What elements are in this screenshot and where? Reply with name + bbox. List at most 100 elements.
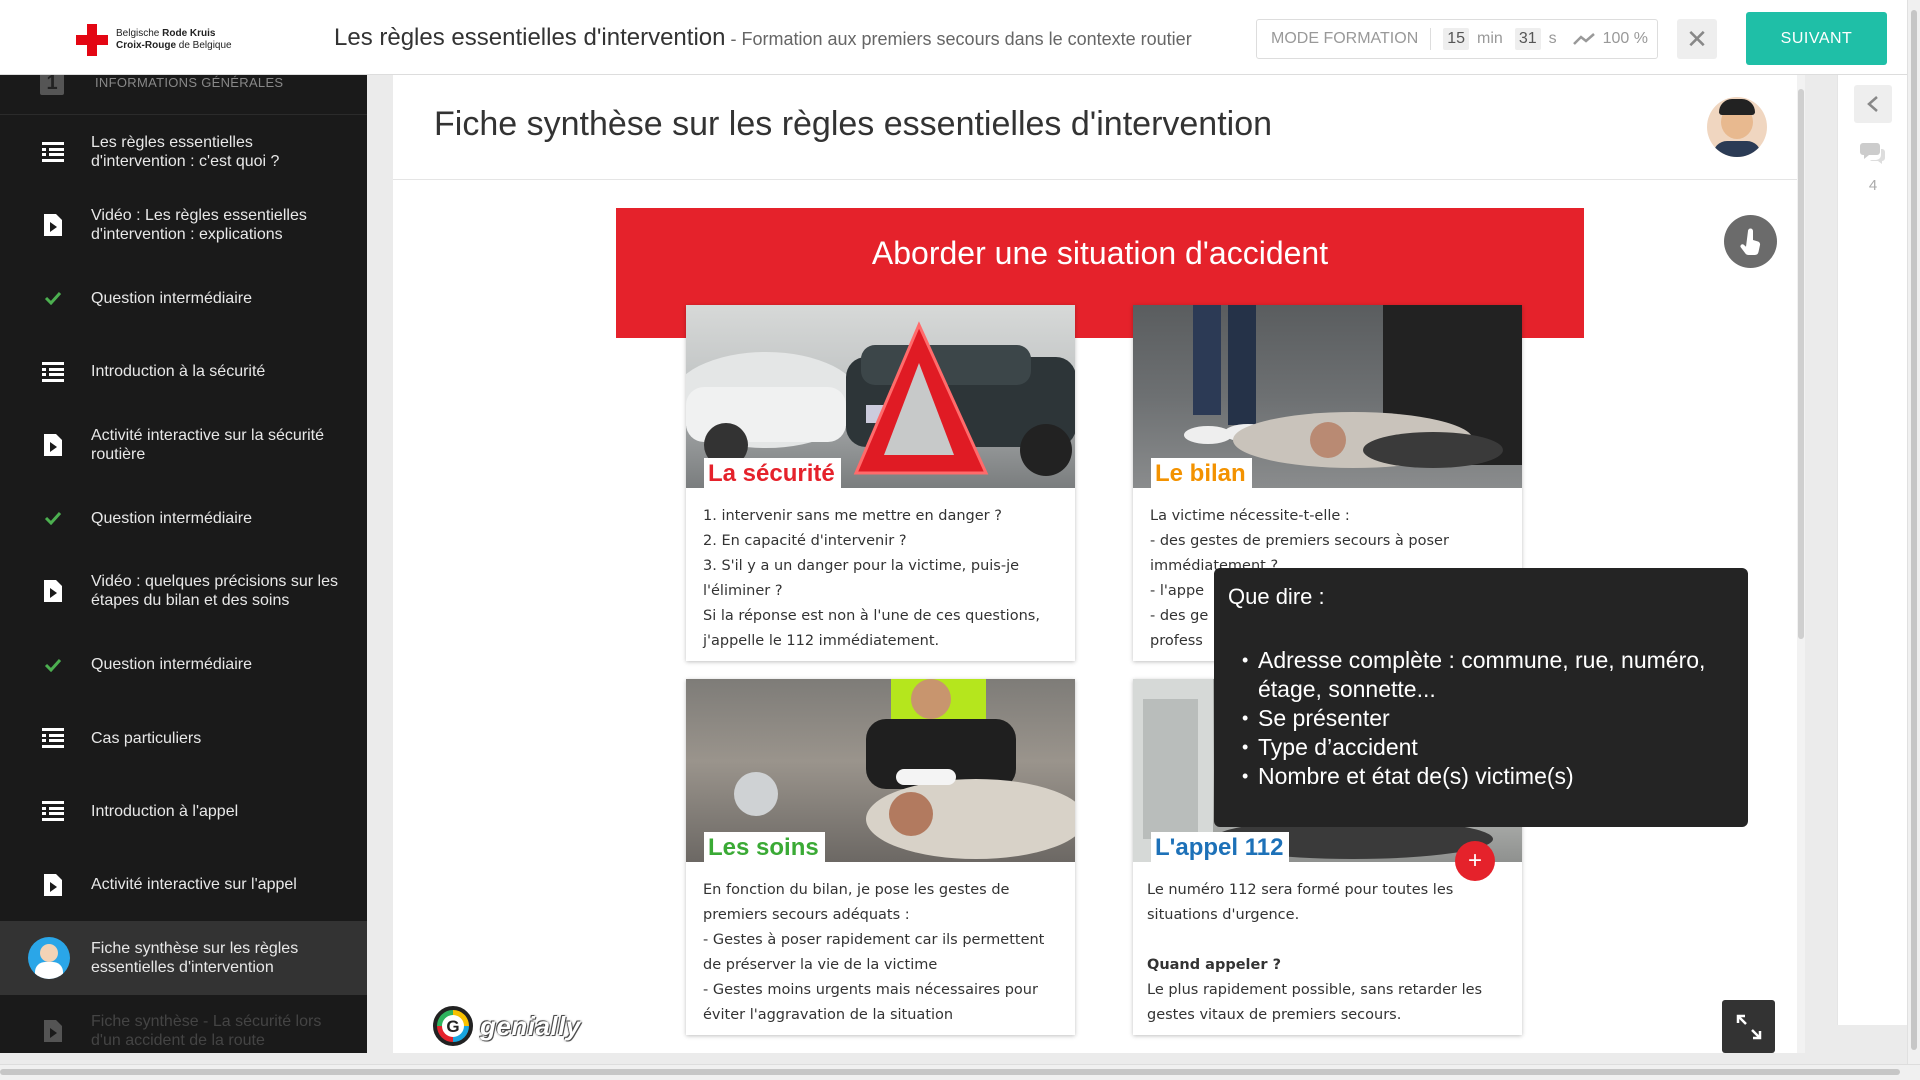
window-vertical-scrollbar[interactable] (1907, 0, 1920, 1064)
tooltip-item: Adresse complète : commune, rue, numéro,… (1242, 646, 1734, 704)
tooltip-item: Type d’accident (1242, 733, 1734, 762)
card-label: La sécurité (704, 458, 841, 488)
sidebar-item[interactable]: Question intermédiaire (0, 481, 367, 554)
close-button[interactable]: ✕ (1677, 19, 1717, 59)
chevron-left-icon (1867, 96, 1878, 112)
plus-button[interactable]: + (1455, 841, 1495, 881)
sidebar-item-label: Activité interactive sur l'appel (91, 876, 297, 894)
tooltip-list: Adresse complète : commune, rue, numéro,… (1228, 646, 1734, 791)
logo-text: Belgische Rode Kruis Croix-Rouge de Belg… (116, 28, 232, 52)
course-title: Les règles essentielles d'intervention -… (334, 24, 1192, 52)
check-icon (40, 285, 66, 311)
card-line: En fonction du bilan, je pose les gestes… (703, 882, 1010, 923)
card-image-warning-triangle: La sécurité (686, 305, 1075, 488)
card-line: - Gestes moins urgents mais nécessaires … (703, 982, 1038, 1023)
comments-count: 4 (1868, 177, 1878, 194)
document-play-icon (40, 1018, 66, 1044)
document-play-icon (40, 432, 66, 458)
expand-icon (1736, 1014, 1761, 1039)
sidebar-item-label: Question intermédiaire (91, 289, 252, 307)
mode-indicator: MODE FORMATION 15 min 31 s 100 % (1256, 19, 1658, 59)
touch-hand-button[interactable] (1724, 215, 1777, 268)
sidebar-item-label: Cas particuliers (91, 729, 202, 747)
card-line: 2. En capacité d'intervenir ? (703, 533, 907, 549)
sidebar-item[interactable]: Introduction à l'appel (0, 775, 367, 848)
next-button[interactable]: SUIVANT (1746, 12, 1887, 65)
check-icon (40, 505, 66, 531)
author-avatar (1707, 97, 1767, 157)
logo-line1-a: Belgische (116, 28, 163, 39)
card-line: - Gestes à poser rapidement car ils perm… (703, 932, 1045, 973)
mode-label: MODE FORMATION (1271, 30, 1419, 47)
sidebar-item[interactable]: Activité interactive sur l'appel (0, 848, 367, 921)
timer-minutes: 15 (1443, 28, 1470, 50)
comments-icon[interactable] (1859, 139, 1887, 167)
document-play-icon (40, 578, 66, 604)
card-image-first-aid: Les soins (686, 679, 1075, 862)
genially-icon: G (433, 1006, 473, 1046)
card-line: 3. S'il y a un danger pour la victime, p… (703, 558, 1020, 599)
tooltip-que-dire: Que dire : Adresse complète : commune, r… (1214, 568, 1748, 827)
timer-minutes-unit: min (1477, 30, 1503, 47)
card-body: En fonction du bilan, je pose les gestes… (686, 862, 1075, 1038)
sidebar-item[interactable]: Question intermédiaire (0, 262, 367, 335)
content-header: Fiche synthèse sur les règles essentiell… (393, 75, 1805, 180)
check-icon (40, 652, 66, 678)
sidebar-item[interactable]: Activité interactive sur la sécurité rou… (0, 408, 367, 481)
trend-icon (1572, 33, 1595, 45)
document-play-icon (40, 872, 66, 898)
content-scrollbar-thumb[interactable] (1798, 89, 1804, 639)
tooltip-item: Se présenter (1242, 704, 1734, 733)
close-icon: ✕ (1686, 23, 1708, 54)
text-lines-icon (40, 359, 66, 385)
hand-pointer-icon (1739, 228, 1760, 255)
page-title: Fiche synthèse sur les règles essentiell… (434, 105, 1273, 143)
sidebar-item-label: Question intermédiaire (91, 656, 252, 674)
red-cross-icon (76, 24, 108, 56)
logo-line2-a: Croix-Rouge (116, 40, 176, 51)
card-label: L'appel 112 (1151, 832, 1290, 862)
tooltip-title: Que dire : (1228, 584, 1325, 609)
sidebar-item[interactable]: Les règles essentielles d'intervention :… (0, 115, 367, 188)
course-subtitle: - Formation aux premiers secours dans le… (725, 29, 1192, 49)
sidebar-item-label: Fiche synthèse sur les règles essentiell… (91, 939, 299, 976)
sidebar-item-label: Activité interactive sur la sécurité rou… (91, 426, 324, 463)
window-horizontal-scrollbar[interactable] (0, 1064, 1920, 1080)
sidebar-item-label: Introduction à la sécurité (91, 363, 266, 381)
banner-title: Aborder une situation d'accident (871, 235, 1329, 271)
card-line: 1. intervenir sans me mettre en danger ? (703, 508, 1002, 524)
progress-percent: 100 % (1602, 30, 1648, 47)
sidebar-item[interactable]: Vidéo : Les règles essentielles d'interv… (0, 188, 367, 261)
card-line: Si la réponse est non à l'une de ces que… (703, 608, 1040, 649)
card-line: La victime nécessite-t-elle : (1150, 508, 1350, 524)
content-area: Fiche synthèse sur les règles essentiell… (393, 75, 1805, 1053)
sidebar-item[interactable]: Cas particuliers (0, 701, 367, 774)
card-securite: La sécurité 1. intervenir sans me mettre… (686, 305, 1075, 661)
card-label: Les soins (704, 832, 825, 862)
timer-seconds: 31 (1514, 28, 1541, 50)
collapse-panel-button[interactable] (1854, 85, 1892, 123)
sidebar-item-label: Question intermédiaire (91, 509, 252, 527)
section-label: INFORMATIONS GÉNÉRALES (95, 75, 284, 90)
sidebar-item-label: Les règles essentielles d'intervention :… (91, 133, 280, 170)
card-soins: Les soins En fonction du bilan, je pose … (686, 679, 1075, 1035)
card-label: Le bilan (1151, 458, 1252, 488)
sidebar-item[interactable]: Fiche synthèse - La sécurité lors d'un a… (0, 995, 367, 1053)
sidebar-item[interactable]: Question intermédiaire (0, 628, 367, 701)
fullscreen-button[interactable] (1722, 1000, 1775, 1053)
top-bar: Belgische Rode Kruis Croix-Rouge de Belg… (0, 0, 1920, 75)
sidebar-item[interactable]: Fiche synthèse sur les règles essentiell… (0, 921, 367, 995)
text-lines-icon (40, 798, 66, 824)
avatar-icon (28, 936, 70, 979)
document-play-icon (40, 212, 66, 238)
sidebar-section-header[interactable]: 1 INFORMATIONS GÉNÉRALES (0, 75, 367, 115)
sidebar-item[interactable]: Vidéo : quelques précisions sur les étap… (0, 555, 367, 628)
timer-seconds-unit: s (1548, 30, 1557, 47)
red-cross-logo: Belgische Rode Kruis Croix-Rouge de Belg… (76, 24, 232, 56)
course-title-text: Les règles essentielles d'intervention (334, 24, 726, 51)
sidebar-item[interactable]: Introduction à la sécurité (0, 335, 367, 408)
card-line: Quand appeler ? (1147, 957, 1281, 973)
sidebar-item-label: Vidéo : Les règles essentielles d'interv… (91, 206, 307, 243)
card-line: Le numéro 112 sera formé pour toutes les… (1147, 882, 1454, 923)
genially-logo: G genially (433, 1006, 581, 1046)
